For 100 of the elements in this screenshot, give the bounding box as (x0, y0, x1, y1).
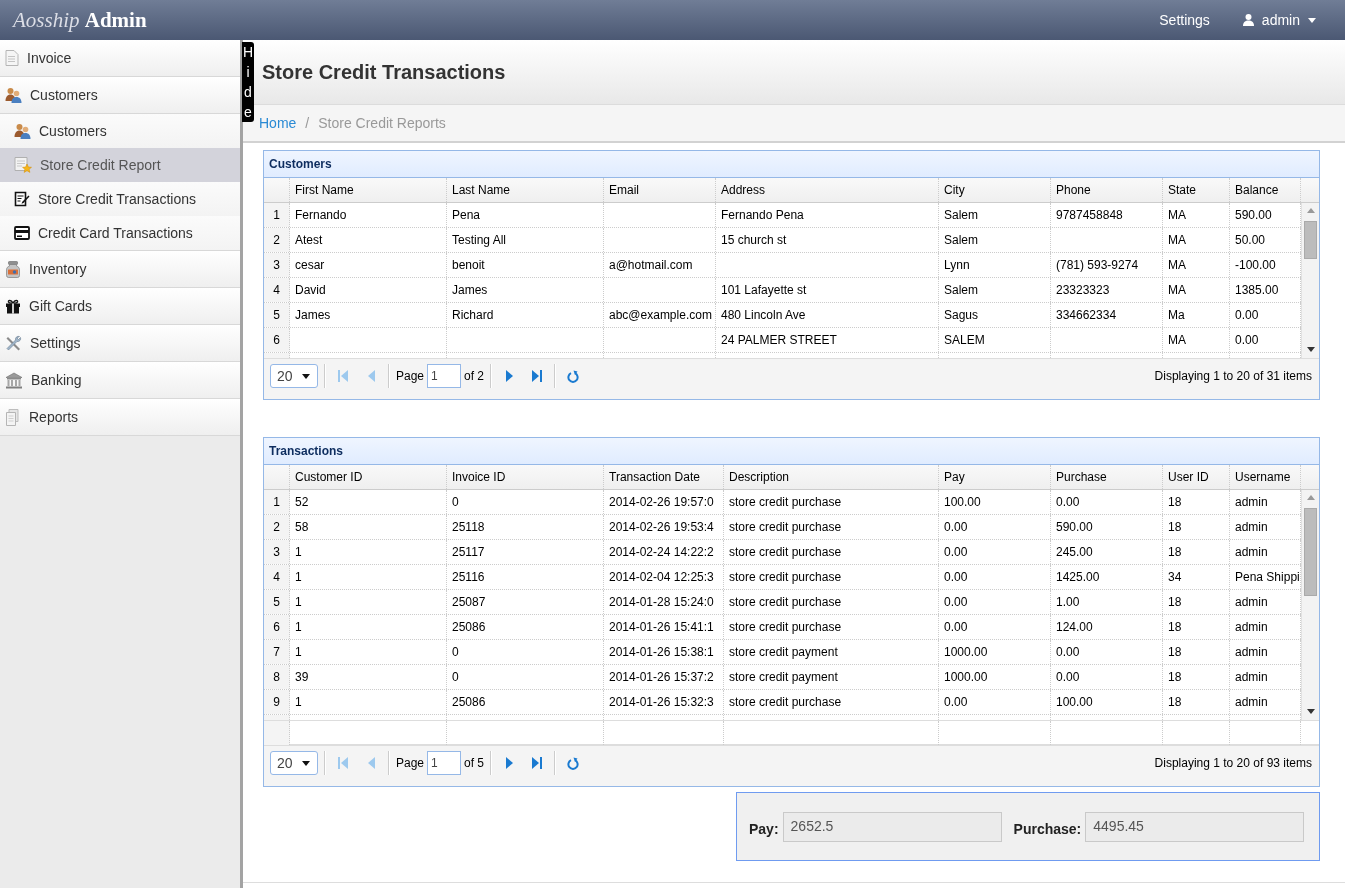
page-size-select[interactable]: 20 (270, 751, 318, 775)
table-cell: 18 (1163, 615, 1230, 639)
user-menu[interactable]: admin (1242, 9, 1316, 31)
table-cell: Salem (939, 203, 1051, 227)
table-cell: cesar (290, 253, 447, 277)
page-number-field[interactable]: 1 (427, 364, 462, 388)
vertical-scrollbar[interactable] (1301, 490, 1319, 720)
table-cell: store credit purchase (724, 690, 939, 714)
scrollbar-thumb[interactable] (1304, 221, 1317, 259)
table-cell: 1425.00 (1051, 565, 1163, 589)
vertical-scrollbar[interactable] (1301, 203, 1319, 358)
table-cell: 18 (1163, 590, 1230, 614)
table-cell: MA (1163, 203, 1230, 227)
sidebar-item[interactable]: Gift Cards (0, 288, 240, 325)
sidebar-item[interactable]: Customers (0, 77, 240, 114)
table-cell: 15 church st (716, 228, 939, 252)
column-header[interactable]: Username (1230, 465, 1301, 489)
page-title: Store Credit Transactions (262, 60, 506, 85)
table-cell: 0.00 (939, 540, 1051, 564)
table-cell: Pena (447, 203, 604, 227)
column-header[interactable]: Customer ID (290, 465, 447, 489)
column-header[interactable]: Transaction Date (604, 465, 724, 489)
table-cell: 245.00 (1051, 540, 1163, 564)
table-cell: 1000.00 (939, 640, 1051, 664)
caret-down-icon (1308, 17, 1316, 23)
page-label: Page (396, 368, 425, 385)
table-cell: 0.00 (1051, 490, 1163, 514)
sidebar-item[interactable]: Settings (0, 325, 240, 362)
row-number: 5 (264, 590, 290, 614)
breadcrumb-current: Store Credit Reports (318, 113, 446, 133)
refresh-icon (567, 756, 580, 770)
document-star-icon (14, 156, 32, 174)
table-cell: 124.00 (1051, 615, 1163, 639)
jar-icon (5, 260, 21, 278)
column-header[interactable]: First Name (290, 178, 447, 202)
column-header[interactable]: State (1163, 178, 1230, 202)
table-cell: 100.00 (1051, 690, 1163, 714)
page-number-field[interactable]: 1 (427, 751, 462, 775)
scroll-up-icon (1306, 495, 1315, 500)
column-header[interactable]: Description (724, 465, 939, 489)
sidebar-item[interactable]: Invoice (0, 40, 240, 77)
display-summary: Displaying 1 to 20 of 93 items (1154, 755, 1312, 772)
sidebar-item[interactable]: Inventory (0, 251, 240, 288)
table-cell: store credit payment (724, 665, 939, 689)
table-cell: store credit purchase (724, 515, 939, 539)
settings-link[interactable]: Settings (1159, 9, 1210, 31)
column-header[interactable]: Address (716, 178, 939, 202)
table-cell: 25086 (447, 615, 604, 639)
table-cell: MA (1163, 253, 1230, 277)
table-cell: 18 (1163, 540, 1230, 564)
table-cell: 590.00 (1051, 515, 1163, 539)
page-size-select[interactable]: 20 (270, 364, 318, 388)
column-header[interactable]: City (939, 178, 1051, 202)
sidebar-subitem[interactable]: Store Credit Report (0, 148, 240, 182)
column-header[interactable]: User ID (1163, 465, 1230, 489)
scrollbar-thumb[interactable] (1304, 508, 1317, 596)
table-cell: MA (1163, 228, 1230, 252)
table-cell: 2014-02-24 14:22:2 (604, 540, 724, 564)
sidebar-item[interactable]: Reports (0, 399, 240, 436)
column-header[interactable]: Pay (939, 465, 1051, 489)
row-number: 3 (264, 540, 290, 564)
column-header[interactable]: Last Name (447, 178, 604, 202)
sidebar-item[interactable]: Banking (0, 362, 240, 399)
table-cell: 0.00 (939, 515, 1051, 539)
table-cell: 18 (1163, 690, 1230, 714)
table-cell: store credit payment (724, 640, 939, 664)
table-cell: store credit purchase (724, 490, 939, 514)
table-cell: 25117 (447, 540, 604, 564)
panel-title: Transactions (264, 438, 1319, 465)
table-cell: 18 (1163, 490, 1230, 514)
column-header[interactable]: Balance (1230, 178, 1301, 202)
table-cell: store credit purchase (724, 540, 939, 564)
column-header[interactable]: Purchase (1051, 465, 1163, 489)
user-icon (1242, 14, 1254, 26)
table-cell: James (447, 278, 604, 302)
table-cell: 1 (290, 640, 447, 664)
table-cell: 1.00 (1051, 590, 1163, 614)
table-cell: 0.00 (1051, 665, 1163, 689)
page-count-label: of 5 (464, 755, 485, 772)
table-cell: David (290, 278, 447, 302)
table-cell: 2014-01-26 15:37:2 (604, 665, 724, 689)
table-cell: 0.00 (939, 565, 1051, 589)
row-number: 2 (264, 515, 290, 539)
table-cell: SALEM (939, 328, 1051, 352)
column-header[interactable]: Phone (1051, 178, 1163, 202)
sidebar-subitem[interactable]: Store Credit Transactions (0, 182, 240, 216)
table-cell: 2014-02-04 12:25:3 (604, 565, 724, 589)
first-page-icon (338, 757, 348, 769)
previous-page-icon (367, 757, 375, 769)
column-header[interactable]: Email (604, 178, 716, 202)
hide-tab[interactable]: Hide (242, 42, 254, 122)
sidebar-subitem[interactable]: Customers (0, 114, 240, 148)
table-cell: Fernando (290, 203, 447, 227)
document-pencil-icon (14, 191, 30, 207)
sidebar-subitem[interactable]: Credit Card Transactions (0, 216, 240, 250)
table-cell: abc@example.com (604, 303, 716, 327)
brand-logo[interactable]: Aosship Admin (13, 9, 147, 31)
column-header[interactable]: Invoice ID (447, 465, 604, 489)
table-cell: 0.00 (1051, 640, 1163, 664)
table-cell: 0.00 (939, 590, 1051, 614)
